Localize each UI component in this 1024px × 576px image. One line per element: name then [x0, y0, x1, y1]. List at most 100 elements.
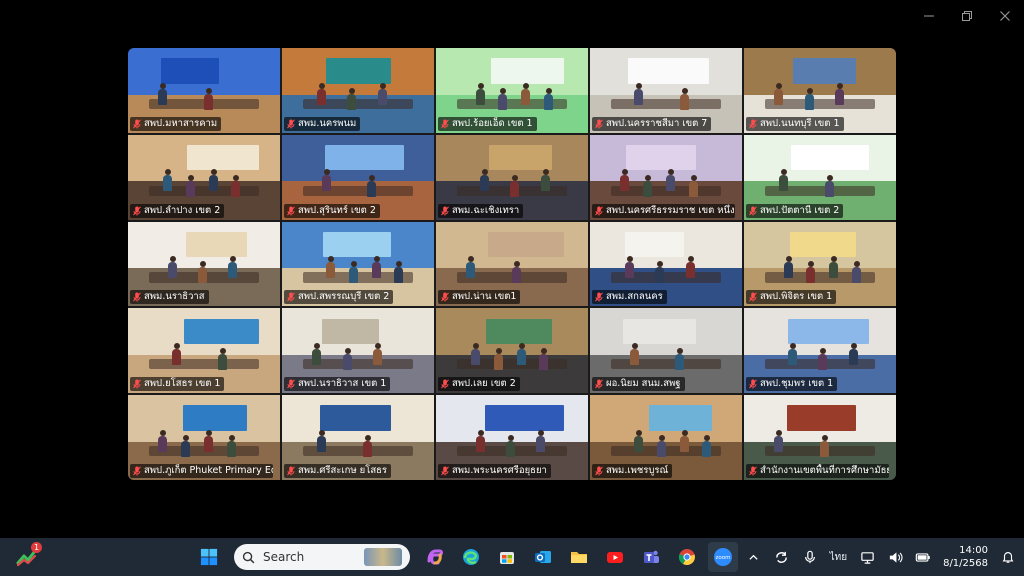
store-button[interactable] — [492, 542, 522, 572]
participant-name-tag: สพป.พิจิตร เขต 1 — [746, 290, 837, 305]
participant-figure — [231, 174, 241, 197]
participant-name: สพป.นนทบุรี เขต 1 — [760, 117, 840, 129]
notification-badge: 1 — [31, 542, 42, 553]
outlook-icon — [535, 551, 551, 563]
participant-figure — [348, 261, 358, 284]
room-backdrop-banner — [624, 231, 685, 258]
teams-button[interactable] — [636, 542, 666, 572]
participant-video-tile[interactable]: สพป.น่าน เขต1 — [436, 221, 588, 307]
participant-video-tile[interactable]: สพป.ชุมพร เขต 1 — [744, 308, 896, 394]
participant-video-tile[interactable]: สพม.สกลนคร — [590, 221, 742, 307]
participant-video-tile[interactable]: สพม.เพชรบูรณ์ — [590, 395, 742, 480]
participant-video-tile[interactable]: สพป.ร้อยเอ็ด เขต 1 — [436, 48, 588, 133]
file-explorer-button[interactable] — [564, 542, 594, 572]
edge-button[interactable] — [456, 542, 486, 572]
show-hidden-icons-button[interactable] — [746, 549, 762, 565]
chrome-button[interactable] — [672, 542, 702, 572]
participant-figure — [475, 82, 485, 105]
start-button[interactable] — [194, 542, 224, 572]
youtube-button[interactable] — [600, 542, 630, 572]
participant-figure — [634, 82, 644, 105]
participant-video-tile[interactable]: สพป.เลย เขต 2 — [436, 308, 588, 394]
participant-name-tag: สพม.นราธิวาส — [130, 290, 209, 305]
participant-video-tile[interactable]: ผอ.นิยม สนม.สพฐ — [590, 308, 742, 394]
room-backdrop-banner — [182, 405, 247, 431]
participant-figure — [316, 82, 326, 105]
participant-name: สพป.ปัตตานี เขต 2 — [760, 204, 840, 216]
participant-video-tile[interactable]: สพป.ปัตตานี เขต 2 — [744, 134, 896, 220]
zoom-meeting-window: สพป.มหาสารคาม สพม.นครพนม สพป.ร้อยเอ็ด เขต … — [0, 0, 1024, 538]
participant-video-tile[interactable]: สพป.ภูเก็ต Phuket Primary Ed... — [128, 395, 280, 480]
participant-figure — [788, 343, 798, 366]
participant-name-tag: สพม.นครพนม — [284, 116, 361, 131]
participant-name-tag: สำนักงานเขตพื้นที่การศึกษามัธยมศึก... — [746, 464, 889, 478]
participant-figure — [702, 434, 712, 457]
taskbar-clock[interactable]: 14:00 8/1/2568 — [943, 544, 988, 570]
participant-figure — [629, 343, 639, 366]
participant-video-tile[interactable]: สพป.ยโสธร เขต 1 — [128, 308, 280, 394]
participant-figure — [666, 169, 675, 192]
participant-video-tile[interactable]: สพป.สุรินทร์ เขต 2 — [282, 134, 434, 220]
participant-video-tile[interactable]: สพป.นครศรีธรรมราช เขต หนึ่ง — [590, 134, 742, 220]
room-backdrop-banner — [326, 58, 392, 84]
windows-taskbar: 1 Search zoom ไทย 14:00 8/1/2568 — [0, 538, 1024, 576]
participant-video-tile[interactable]: สำนักงานเขตพื้นที่การศึกษามัธยมศึก... — [744, 395, 896, 480]
participant-video-tile[interactable]: สพม.นราธิวาส — [128, 221, 280, 307]
room-backdrop-banner — [320, 405, 392, 431]
teams-icon — [644, 550, 659, 563]
participant-figure — [536, 429, 546, 452]
participant-figure — [774, 429, 784, 452]
participant-name-tag: สพม.สกลนคร — [592, 290, 667, 305]
participant-figure — [851, 261, 861, 284]
room-backdrop-banner — [487, 231, 564, 258]
copilot-button[interactable] — [420, 542, 450, 572]
participant-figure — [321, 169, 331, 192]
participant-video-tile[interactable]: สพป.นครราชสีมา เขต 7 — [590, 48, 742, 133]
zoom-button[interactable]: zoom — [708, 542, 738, 572]
participant-figure — [685, 256, 695, 279]
speaker-icon — [889, 551, 903, 563]
participant-name-tag: สพป.สุรินทร์ เขต 2 — [284, 203, 380, 218]
system-tray: ไทย 14:00 8/1/2568 — [746, 538, 1016, 576]
participant-figure — [185, 174, 195, 197]
room-backdrop-banner — [490, 58, 564, 84]
participant-figure — [475, 429, 485, 452]
participant-video-tile[interactable]: สพป.สพรรณบุรี เขต 2 — [282, 221, 434, 307]
minimize-button[interactable] — [910, 0, 948, 32]
language-indicator[interactable]: ไทย — [830, 549, 847, 565]
outlook-button[interactable] — [528, 542, 558, 572]
microphone-tray-button[interactable] — [802, 549, 818, 565]
store-icon — [500, 552, 514, 564]
participant-video-tile[interactable]: สพป.มหาสารคาม — [128, 48, 280, 133]
close-button[interactable] — [986, 0, 1024, 32]
participant-figure — [848, 343, 858, 366]
restore-button[interactable] — [948, 0, 986, 32]
participant-video-tile[interactable]: สพม.นครพนม — [282, 48, 434, 133]
participant-name-tag: ผอ.นิยม สนม.สพฐ — [592, 377, 685, 392]
battery-button[interactable] — [915, 549, 931, 565]
muted-mic-icon — [595, 206, 603, 216]
taskbar-apps: Search zoom — [194, 541, 738, 573]
participant-figure — [373, 343, 383, 366]
participant-video-tile[interactable]: สพป.ลำปาง เขต 2 — [128, 134, 280, 220]
windows-start-icon — [200, 548, 218, 566]
participant-video-tile[interactable]: สพป.พิจิตร เขต 1 — [744, 221, 896, 307]
participant-video-tile[interactable]: สพม.ฉะเชิงเทรา — [436, 134, 588, 220]
room-backdrop-banner — [324, 144, 404, 171]
room-backdrop-banner — [185, 231, 247, 258]
notifications-button[interactable] — [1000, 549, 1016, 565]
participant-figure — [498, 87, 508, 110]
participant-figure — [505, 434, 515, 457]
participant-video-tile[interactable]: สพม.ศรีสะเกษ ยโสธร — [282, 395, 434, 480]
widgets-button[interactable]: 1 — [14, 542, 42, 570]
volume-button[interactable] — [887, 549, 903, 565]
network-button[interactable] — [859, 549, 875, 565]
room-backdrop-banner — [789, 231, 857, 258]
sync-tray-button[interactable] — [774, 549, 790, 565]
taskbar-search-box[interactable]: Search — [234, 544, 410, 570]
youtube-icon — [607, 552, 623, 563]
muted-mic-icon — [595, 466, 603, 476]
participant-video-tile[interactable]: สพป.นราธิวาส เขต 1 — [282, 308, 434, 394]
participant-video-tile[interactable]: สพม.พระนครศรีอยุธยา — [436, 395, 588, 480]
participant-video-tile[interactable]: สพป.นนทบุรี เขต 1 — [744, 48, 896, 133]
